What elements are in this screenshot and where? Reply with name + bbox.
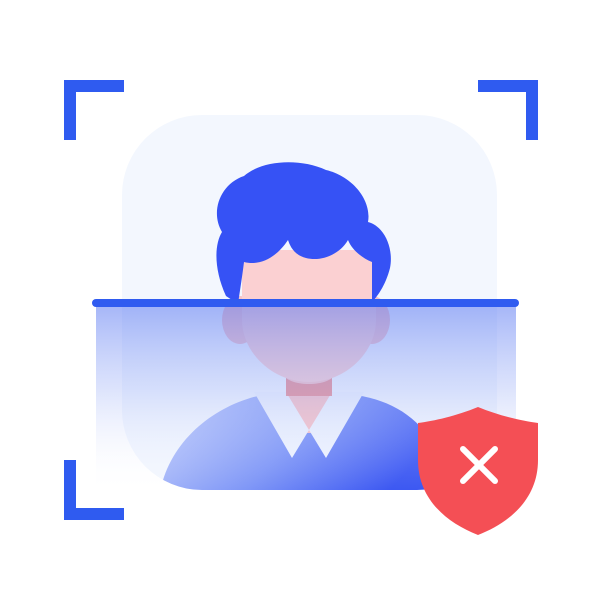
scan-line-icon [92,299,519,307]
illustration-canvas [64,80,538,535]
shield-body [418,407,538,535]
shield-x-icon [418,407,538,535]
face-scan-illustration [0,0,600,600]
frame-corner-top-left [64,80,124,140]
frame-corner-top-right [478,80,538,140]
